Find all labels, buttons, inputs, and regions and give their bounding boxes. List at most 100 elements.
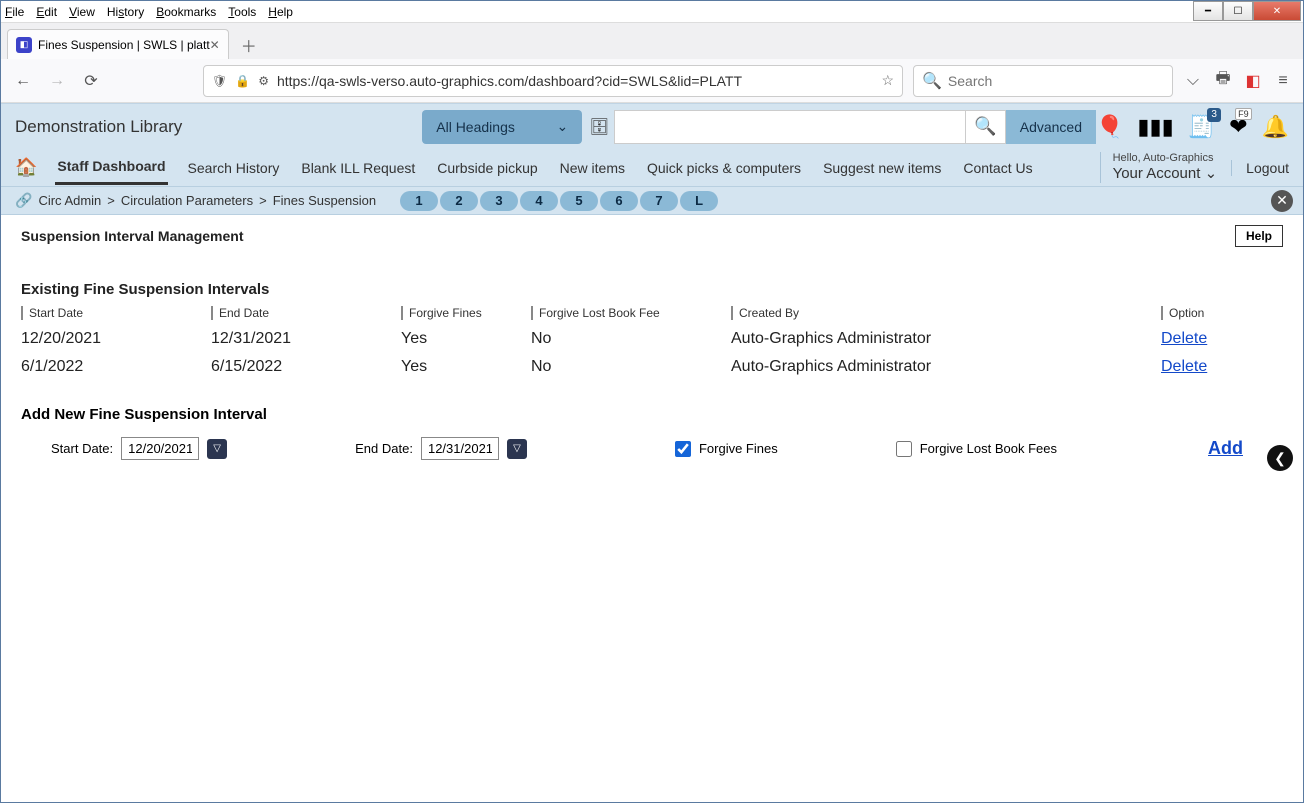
advanced-search-button[interactable]: Advanced — [1006, 110, 1096, 144]
forgive-fines-checkbox[interactable] — [675, 441, 691, 457]
page-title: Suspension Interval Management — [21, 228, 244, 244]
balloon-icon[interactable]: 🎈 — [1096, 114, 1123, 140]
reload-button[interactable]: ⟳ — [79, 69, 103, 93]
nav-staff-dashboard[interactable]: Staff Dashboard — [55, 150, 167, 185]
table-row: 12/20/2021 12/31/2021 Yes No Auto-Graphi… — [21, 330, 1283, 348]
favorites-icon[interactable]: ❤F9 — [1229, 114, 1247, 140]
help-button[interactable]: Help — [1235, 225, 1283, 247]
permissions-icon: ⚙ — [258, 74, 269, 88]
headings-dropdown[interactable]: All Headings ⌄ — [422, 110, 582, 144]
nav-blank-ill[interactable]: Blank ILL Request — [299, 152, 417, 184]
menu-bookmarks[interactable]: Bookmarks — [156, 5, 216, 19]
pager-1[interactable]: 1 — [400, 191, 438, 211]
forward-button[interactable]: → — [45, 69, 69, 93]
home-icon[interactable]: 🏠 — [15, 157, 37, 178]
browser-search[interactable]: 🔍 — [913, 65, 1173, 97]
col-end: End Date — [211, 306, 401, 320]
cell-cb: Auto-Graphics Administrator — [731, 330, 1161, 348]
page-content: Suspension Interval Management Help Exis… — [1, 215, 1303, 470]
table-row: 6/1/2022 6/15/2022 Yes No Auto-Graphics … — [21, 358, 1283, 376]
browser-menubar: File Edit View History Bookmarks Tools H… — [1, 1, 1303, 23]
headings-dropdown-label: All Headings — [436, 119, 515, 135]
chevron-down-icon: ⌄ — [1205, 165, 1218, 182]
pager-4[interactable]: 4 — [520, 191, 558, 211]
app-header: Demonstration Library All Headings ⌄ 🗄 🔍… — [1, 103, 1303, 149]
back-bubble-icon[interactable]: ❮ — [1267, 445, 1293, 471]
delete-link[interactable]: Delete — [1161, 358, 1261, 376]
crumb-1[interactable]: Circ Admin — [38, 193, 101, 208]
tab-title: Fines Suspension | SWLS | platt — [38, 38, 210, 52]
tabstrip: ◧ Fines Suspension | SWLS | platt ✕ ＋ — [1, 23, 1303, 59]
add-row: Start Date: ▽ End Date: ▽ Forgive Fines … — [21, 437, 1283, 460]
nav-suggest[interactable]: Suggest new items — [821, 152, 943, 184]
add-button[interactable]: Add — [1208, 438, 1243, 459]
bookmark-star-icon[interactable]: ☆ — [881, 72, 894, 89]
pocket-icon[interactable]: ⌵ — [1183, 71, 1203, 91]
pager: 1 2 3 4 5 6 7 L — [400, 191, 720, 211]
menu-tools[interactable]: Tools — [228, 5, 256, 19]
col-forgive-lost: Forgive Lost Book Fee — [531, 306, 731, 320]
forgive-lost-checkbox[interactable] — [896, 441, 912, 457]
new-tab-button[interactable]: ＋ — [235, 31, 263, 59]
window-maximize[interactable]: ☐ — [1223, 1, 1253, 21]
pager-3[interactable]: 3 — [480, 191, 518, 211]
delete-link[interactable]: Delete — [1161, 330, 1261, 348]
url-bar[interactable]: 🛡 🔒 ⚙ https://qa-swls-verso.auto-graphic… — [203, 65, 903, 97]
pager-6[interactable]: 6 — [600, 191, 638, 211]
shield-icon: 🛡 — [212, 74, 227, 88]
crumb-2[interactable]: Circulation Parameters — [121, 193, 253, 208]
nav-curbside[interactable]: Curbside pickup — [435, 152, 539, 184]
browser-tab[interactable]: ◧ Fines Suspension | SWLS | platt ✕ — [7, 29, 229, 59]
nav-search-history[interactable]: Search History — [186, 152, 282, 184]
end-calendar-icon[interactable]: ▽ — [507, 439, 527, 459]
col-created-by: Created By — [731, 306, 1161, 320]
database-icon[interactable]: 🗄 — [588, 110, 610, 144]
start-date-input[interactable] — [121, 437, 199, 460]
favicon-icon: ◧ — [16, 37, 32, 53]
cell-start: 6/1/2022 — [21, 358, 211, 376]
start-date-label: Start Date: — [51, 441, 113, 456]
cell-flb: No — [531, 358, 731, 376]
pager-last[interactable]: L — [680, 191, 718, 211]
window-close[interactable]: ✕ — [1253, 1, 1301, 21]
table-header: Start Date End Date Forgive Fines Forgiv… — [21, 306, 1283, 320]
print-icon[interactable]: 🖶 — [1213, 71, 1233, 91]
nav-quick-picks[interactable]: Quick picks & computers — [645, 152, 803, 184]
pager-7[interactable]: 7 — [640, 191, 678, 211]
menu-file[interactable]: File — [5, 5, 24, 19]
link-icon: 🔗 — [15, 192, 32, 209]
barcode-icon[interactable]: ▮▮▮ — [1137, 114, 1173, 140]
notifications-icon[interactable]: 🔔 — [1262, 114, 1289, 140]
app-nav: 🏠 Staff Dashboard Search History Blank I… — [1, 149, 1303, 187]
back-button[interactable]: ← — [11, 69, 35, 93]
menu-edit[interactable]: Edit — [36, 5, 57, 19]
logout-link[interactable]: Logout — [1231, 160, 1289, 176]
col-option: Option — [1161, 306, 1261, 320]
nav-contact[interactable]: Contact Us — [961, 152, 1034, 184]
app-menu-icon[interactable]: ≡ — [1273, 71, 1293, 91]
tab-close[interactable]: ✕ — [210, 38, 220, 52]
close-panel-icon[interactable]: ✕ — [1271, 190, 1293, 212]
catalog-search-button[interactable]: 🔍 — [966, 110, 1006, 144]
extension-icon[interactable]: ◧ — [1243, 71, 1263, 91]
cell-end: 6/15/2022 — [211, 358, 401, 376]
url-text: https://qa-swls-verso.auto-graphics.com/… — [277, 73, 873, 89]
pager-2[interactable]: 2 — [440, 191, 478, 211]
end-date-input[interactable] — [421, 437, 499, 460]
crumb-3[interactable]: Fines Suspension — [273, 193, 376, 208]
cell-cb: Auto-Graphics Administrator — [731, 358, 1161, 376]
window-minimize[interactable]: ━ — [1193, 1, 1223, 21]
col-forgive-fines: Forgive Fines — [401, 306, 531, 320]
start-calendar-icon[interactable]: ▽ — [207, 439, 227, 459]
menu-history[interactable]: History — [107, 5, 144, 19]
menu-help[interactable]: Help — [268, 5, 293, 19]
menu-view[interactable]: View — [69, 5, 95, 19]
pager-5[interactable]: 5 — [560, 191, 598, 211]
browser-search-input[interactable] — [948, 73, 1164, 89]
receipt-icon[interactable]: 🧾3 — [1188, 114, 1215, 140]
add-interval-heading: Add New Fine Suspension Interval — [21, 406, 1283, 423]
favorites-badge: F9 — [1235, 108, 1252, 120]
nav-new-items[interactable]: New items — [558, 152, 627, 184]
account-block[interactable]: Hello, Auto-Graphics Your Account ⌄ — [1100, 152, 1218, 183]
catalog-search-input[interactable] — [614, 110, 965, 144]
